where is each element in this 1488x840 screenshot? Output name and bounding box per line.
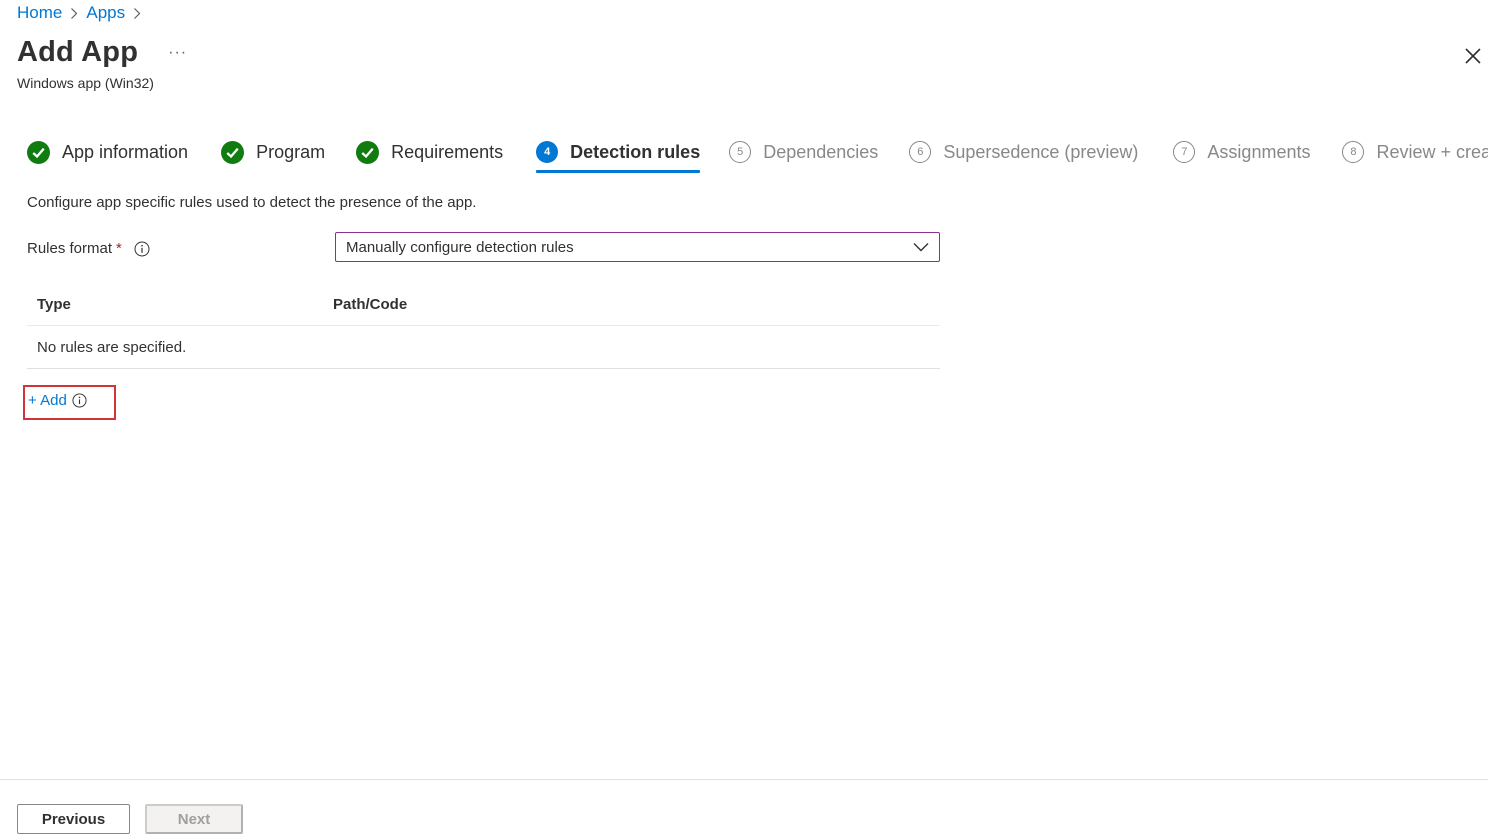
- checkmark-circle-icon: [356, 140, 380, 164]
- breadcrumb: Home Apps: [17, 3, 149, 23]
- step-number-badge: 7: [1173, 141, 1196, 163]
- add-rule-link[interactable]: + Add: [28, 390, 87, 410]
- step-number-badge: 6: [909, 141, 932, 163]
- required-indicator: *: [116, 240, 122, 257]
- step-dependencies[interactable]: 5 Dependencies: [729, 138, 878, 166]
- detection-rules-table: Type Path/Code No rules are specified.: [27, 284, 940, 369]
- step-detection-rules[interactable]: 4 Detection rules: [536, 138, 701, 173]
- section-description: Configure app specific rules used to det…: [27, 194, 477, 211]
- step-supersedence[interactable]: 6 Supersedence (preview): [909, 138, 1138, 166]
- step-label: Requirements: [391, 141, 504, 162]
- step-number-badge: 8: [1342, 141, 1365, 163]
- chevron-right-icon: [70, 7, 78, 20]
- column-header-path-code: Path/Code: [333, 296, 408, 313]
- step-review-create[interactable]: 8 Review + create: [1342, 138, 1488, 166]
- step-label: Program: [256, 141, 326, 162]
- step-label: Assignments: [1207, 141, 1311, 162]
- page-title: Add App: [17, 36, 139, 68]
- breadcrumb-home-link[interactable]: Home: [17, 3, 62, 23]
- step-requirements[interactable]: Requirements: [356, 138, 503, 166]
- chevron-down-icon: [913, 243, 929, 252]
- info-icon[interactable]: [134, 241, 150, 257]
- step-assignments[interactable]: 7 Assignments: [1173, 138, 1310, 166]
- close-icon: [1465, 48, 1481, 64]
- info-icon[interactable]: [72, 392, 87, 408]
- table-header: Type Path/Code: [27, 284, 940, 326]
- breadcrumb-apps-link[interactable]: Apps: [86, 3, 125, 23]
- step-program[interactable]: Program: [221, 138, 325, 166]
- table-empty-row: No rules are specified.: [27, 326, 940, 369]
- checkmark-circle-icon: [27, 140, 50, 164]
- footer-divider: [0, 779, 1488, 780]
- chevron-right-icon: [133, 7, 141, 20]
- step-app-information[interactable]: App information: [27, 138, 188, 166]
- rules-format-label: Rules format *: [27, 240, 150, 257]
- step-label: App information: [62, 141, 189, 162]
- close-button[interactable]: [1461, 44, 1485, 68]
- checkmark-circle-icon: [221, 140, 245, 164]
- title-row: Add App ···: [17, 36, 187, 69]
- step-number-badge: 5: [729, 141, 752, 163]
- step-label: Dependencies: [763, 141, 879, 162]
- step-label: Review + create: [1376, 141, 1488, 162]
- wizard-stepper: App information Program Requirements 4 D…: [27, 138, 1488, 176]
- step-number-badge: 4: [536, 141, 559, 163]
- dropdown-selected-value: Manually configure detection rules: [346, 238, 574, 256]
- step-label: Detection rules: [570, 141, 701, 162]
- step-label: Supersedence (preview): [943, 141, 1139, 162]
- more-options-button[interactable]: ···: [168, 44, 187, 62]
- page-subtitle: Windows app (Win32): [17, 75, 154, 91]
- field-label-text: Rules format: [27, 240, 113, 257]
- rules-format-dropdown[interactable]: Manually configure detection rules: [335, 232, 940, 262]
- next-button[interactable]: Next: [145, 804, 243, 834]
- column-header-type: Type: [37, 296, 71, 313]
- add-rule-label: + Add: [28, 391, 67, 409]
- previous-button[interactable]: Previous: [17, 804, 130, 834]
